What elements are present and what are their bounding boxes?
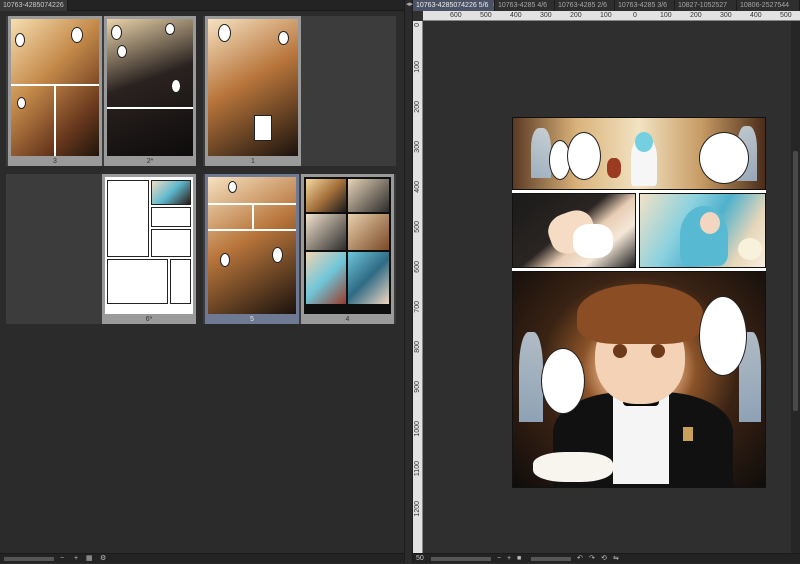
- page-number: 6*: [102, 315, 196, 324]
- ruler-tick: 0: [414, 23, 421, 27]
- tab-label: 10763-4285 2/6: [558, 2, 607, 9]
- ruler-tick: 800: [414, 341, 421, 353]
- ruler-tick: 600: [414, 261, 421, 273]
- ruler-tick: 400: [510, 12, 522, 19]
- page-thumbnail-image: [304, 177, 391, 314]
- ruler-tick: 300: [414, 141, 421, 153]
- horizontal-ruler: 600 500 400 300 200 100 0 100 200 300 40…: [423, 11, 800, 21]
- spread-page-1: 1: [203, 16, 396, 166]
- page-number: 3: [8, 157, 102, 166]
- page-thumbnail-image: [208, 19, 298, 156]
- page-thumbnail-image: [11, 19, 99, 156]
- spread-pages-3-2: 3 2*: [6, 16, 196, 166]
- canvas-pane: 10763-4285074226 5/6× 10763-4285 4/6 107…: [413, 0, 800, 563]
- tab-label: 10806-2527544: [740, 2, 789, 9]
- left-footer-toolbar: − + ▦ ⚙: [0, 553, 404, 563]
- comic-panel-3[interactable]: [639, 193, 766, 268]
- page-thumb-6[interactable]: 6*: [102, 174, 196, 324]
- comic-panel-1[interactable]: [512, 117, 766, 190]
- speech-bubble: [699, 296, 747, 376]
- ruler-tick: 500: [780, 12, 792, 19]
- page-thumbnail-image: [107, 19, 193, 156]
- thumbnail-size-slider[interactable]: [4, 557, 54, 561]
- ruler-tick: 400: [750, 12, 762, 19]
- ruler-tick: 700: [414, 301, 421, 313]
- ruler-tick: 300: [720, 12, 732, 19]
- page-number: 4: [301, 315, 394, 324]
- ruler-tick: 1000: [414, 421, 421, 437]
- ruler-tick: 1200: [414, 501, 421, 517]
- page-thumbnail-image: [208, 177, 296, 314]
- speech-bubble: [541, 348, 585, 414]
- page-number: 1: [205, 157, 301, 166]
- page-thumb-4[interactable]: 4: [301, 174, 394, 324]
- left-tab-bar: 10763-4285074226×: [0, 0, 404, 11]
- tab-label: 10827-1052527: [678, 2, 727, 9]
- tab-document-3[interactable]: 10763-4285 3/6: [615, 0, 675, 11]
- page-thumb-2[interactable]: 2*: [104, 16, 196, 166]
- ruler-tick: 300: [540, 12, 552, 19]
- page-number: 2*: [104, 157, 196, 166]
- ruler-tick: 200: [570, 12, 582, 19]
- page-number: 5: [205, 315, 299, 324]
- ruler-tick: 600: [450, 12, 462, 19]
- comic-panel-4[interactable]: [512, 271, 766, 488]
- vertical-ruler: 0 100 200 300 400 500 600 700 800 900 10…: [413, 21, 423, 553]
- page-manager-pane: 10763-4285074226× 3 2*: [0, 0, 404, 563]
- tab-document-4[interactable]: 10763-4285 4/6: [495, 0, 555, 11]
- spread-pages-5-4: 5 4: [203, 174, 396, 324]
- speech-bubble: [567, 132, 601, 180]
- collapse-arrow-icon[interactable]: ◂▸: [406, 0, 413, 8]
- tab-document[interactable]: 10763-4285074226×: [0, 0, 68, 11]
- tab-document-10806[interactable]: 10806-2527544: [737, 0, 800, 11]
- ruler-tick: 100: [414, 61, 421, 73]
- page-thumb-5-selected[interactable]: 5: [205, 174, 299, 324]
- ruler-tick: 1100: [414, 461, 421, 476]
- ruler-tick: 0: [633, 12, 637, 19]
- speech-bubble: [699, 132, 749, 184]
- ruler-tick: 900: [414, 381, 421, 393]
- ruler-tick: 100: [660, 12, 672, 19]
- right-tab-bar: 10763-4285074226 5/6× 10763-4285 4/6 107…: [413, 0, 800, 11]
- page-thumb-1[interactable]: 1: [205, 16, 301, 166]
- manga-page[interactable]: [512, 117, 766, 488]
- ruler-tick: 500: [480, 12, 492, 19]
- tab-label: 10763-4285074226: [3, 2, 64, 9]
- tab-label: 10763-4285 3/6: [618, 2, 667, 9]
- vertical-scrollbar[interactable]: [791, 21, 800, 553]
- ruler-tick: 100: [600, 12, 612, 19]
- ruler-tick: 200: [414, 101, 421, 113]
- zoom-slider[interactable]: [431, 557, 491, 561]
- spread-page-6: 6*: [6, 174, 196, 324]
- page-thumb-3[interactable]: 3: [8, 16, 102, 166]
- tab-label: 10763-4285074226 5/6: [416, 2, 488, 9]
- tab-document-10827[interactable]: 10827-1052527: [675, 0, 737, 11]
- canvas-footer-toolbar: 50 − + ■ ↶ ↷ ⟲ ⇋: [413, 553, 800, 563]
- scrollbar-thumb[interactable]: [793, 151, 798, 411]
- ruler-tick: 200: [690, 12, 702, 19]
- ruler-tick: 400: [414, 181, 421, 193]
- tab-label: 10763-4285 4/6: [498, 2, 547, 9]
- tab-document-2[interactable]: 10763-4285 2/6: [555, 0, 615, 11]
- comic-panel-2[interactable]: [512, 193, 636, 268]
- page-thumbnail-image: [105, 177, 193, 314]
- ruler-tick: 500: [414, 221, 421, 233]
- canvas-area[interactable]: [423, 21, 791, 553]
- tab-document-5[interactable]: 10763-4285074226 5/6×: [413, 0, 495, 11]
- rotation-slider[interactable]: [531, 557, 571, 561]
- pane-splitter[interactable]: ◂▸: [404, 0, 413, 563]
